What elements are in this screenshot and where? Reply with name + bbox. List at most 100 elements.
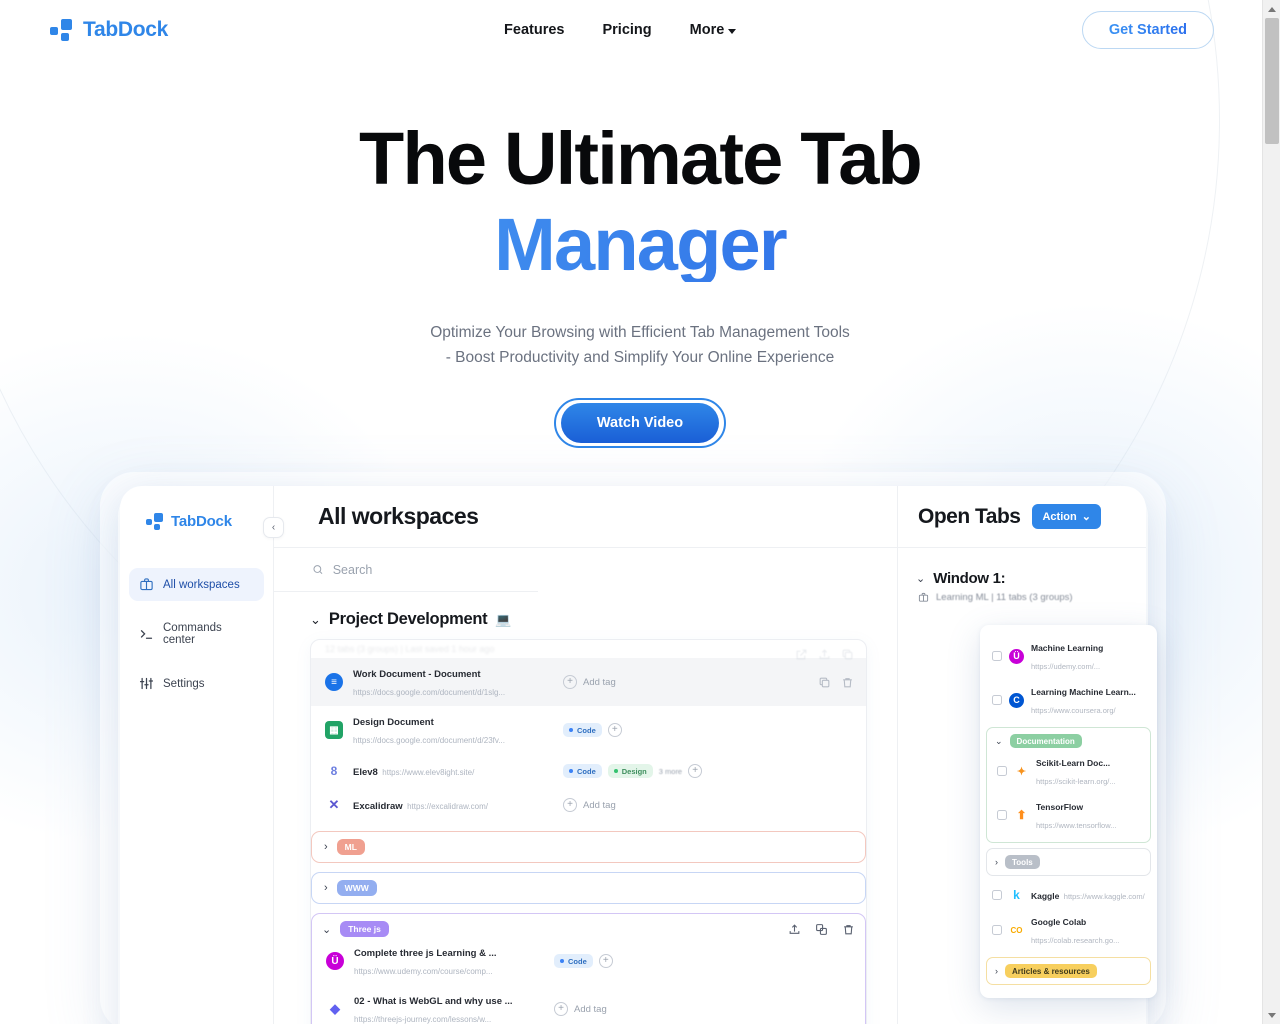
nav-link-more[interactable]: More (690, 22, 737, 38)
chevron-down-icon[interactable]: ⌄ (322, 923, 331, 936)
tag-chip[interactable]: Design (607, 764, 653, 778)
tab-title: Machine Learning (1031, 643, 1104, 653)
dropdown-group-documentation: ⌄ Documentation ✦ Scikit-Learn Doc... ht… (986, 727, 1151, 843)
row-checkbox[interactable] (992, 651, 1002, 661)
delete-icon[interactable] (842, 923, 855, 936)
row-checkbox[interactable] (992, 695, 1002, 705)
sidebar-item-commands-center[interactable]: Commands center (129, 613, 264, 655)
tab-meta: Excalidraw https://excalidraw.com/ (353, 796, 553, 814)
app-sidebar-brand[interactable]: TabDock (120, 508, 273, 534)
add-tag-button[interactable]: + Add tag (563, 675, 616, 689)
list-item[interactable]: ⬆ TensorFlow https://www.tensorflow... (991, 793, 1146, 837)
add-tag-button[interactable]: + Add tag (554, 1002, 607, 1016)
get-started-button[interactable]: Get Started (1081, 11, 1214, 49)
search-bar (274, 548, 538, 592)
chevron-down-icon[interactable]: ⌄ (916, 572, 925, 585)
scrollbar-thumb[interactable] (1265, 18, 1279, 144)
table-row[interactable]: ≡ Work Document - Document https://docs.… (311, 658, 866, 706)
scroll-up-arrow-icon[interactable] (1263, 0, 1280, 18)
delete-icon[interactable] (841, 676, 854, 689)
tab-group-ml[interactable]: › ML (311, 831, 866, 863)
group-header[interactable]: › Articles & resources (991, 963, 1146, 979)
tab-group-three-js: ⌄ Three js Ü Complete three js Learning … (311, 913, 866, 1024)
table-row[interactable]: ◆ 02 - What is WebGL and why use ... htt… (322, 985, 855, 1024)
group-header[interactable]: ⌄ Documentation (991, 733, 1146, 749)
scroll-down-arrow-icon[interactable] (1263, 1006, 1280, 1024)
tab-meta: Scikit-Learn Doc... https://scikit-learn… (1036, 753, 1140, 789)
group-header[interactable]: › Tools (991, 854, 1146, 870)
nav-link-features[interactable]: Features (504, 22, 564, 38)
window-title-row[interactable]: ⌄ Window 1: (916, 570, 1146, 587)
collapse-sidebar-button[interactable]: ‹ (263, 517, 284, 538)
row-checkbox[interactable] (992, 925, 1002, 935)
action-dropdown-button[interactable]: Action ⌄ (1032, 504, 1101, 529)
add-tag-button[interactable]: + (598, 954, 613, 968)
row-checkbox[interactable] (997, 810, 1007, 820)
table-row[interactable]: ✕ Excalidraw https://excalidraw.com/ + A… (311, 788, 866, 822)
tab-url: https://www.tensorflow... (1036, 821, 1117, 830)
hero-title-line1: The Ultimate Tab (359, 117, 923, 200)
page-title: The Ultimate Tab Manager (0, 122, 1280, 282)
tab-meta: Kaggle https://www.kaggle.com/ (1031, 886, 1145, 904)
tab-group-header[interactable]: ⌄ Three js (322, 921, 855, 937)
nav-link-pricing[interactable]: Pricing (602, 22, 651, 38)
chevron-down-icon[interactable]: ⌄ (995, 736, 1003, 747)
list-item[interactable]: CO Google Colab https://colab.research.g… (986, 908, 1151, 952)
chevron-right-icon[interactable]: › (995, 966, 998, 976)
tab-url: https://threejs-journey.com/lessons/w... (354, 1015, 492, 1024)
list-item[interactable]: Ü Machine Learning https://udemy.com/... (986, 634, 1151, 678)
coursera-icon: C (1009, 692, 1024, 708)
list-item[interactable]: k Kaggle https://www.kaggle.com/ (986, 882, 1151, 908)
add-tag-button[interactable]: + Add tag (563, 798, 616, 812)
tab-meta: 02 - What is WebGL and why use ... https… (354, 991, 544, 1024)
workspaces-icon (918, 592, 929, 602)
duplicate-icon[interactable] (815, 923, 828, 936)
tab-meta: Elev8 https://www.elev8ight.site/ (353, 762, 553, 780)
tag-label: Code (568, 956, 587, 966)
page-scrollbar[interactable] (1262, 0, 1280, 1024)
tab-url: https://www.kaggle.com/ (1063, 892, 1145, 901)
sidebar-item-all-workspaces[interactable]: All workspaces (129, 568, 264, 601)
colab-icon: CO (1010, 925, 1023, 935)
workspaces-icon (140, 578, 153, 591)
tab-meta: TensorFlow https://www.tensorflow... (1036, 797, 1140, 833)
tab-meta: Learning Machine Learn... https://www.co… (1031, 682, 1145, 718)
sidebar-item-settings[interactable]: Settings (129, 667, 264, 700)
google-docs-icon: ≡ (325, 673, 343, 691)
table-row[interactable]: 8 Elev8 https://www.elev8ight.site/ Code… (311, 754, 866, 788)
sliders-icon (139, 677, 154, 690)
add-tag-button[interactable]: + (688, 764, 703, 778)
dropdown-group-tools[interactable]: › Tools (986, 848, 1151, 876)
chevron-right-icon[interactable]: › (324, 841, 328, 853)
row-checkbox[interactable] (997, 766, 1007, 776)
app-main-panel: ‹ All workspaces ⌄ Project Development 💻 (263, 486, 898, 1024)
tag-chip[interactable]: Code (563, 723, 602, 737)
share-icon[interactable] (788, 923, 801, 936)
workspace-title-row[interactable]: ⌄ Project Development 💻 (310, 610, 867, 629)
table-row[interactable]: Ü Complete three js Learning & ... https… (322, 937, 855, 985)
group-label: Documentation (1009, 734, 1082, 748)
app-sidebar: TabDock All workspaces Commands center S… (120, 486, 274, 1024)
add-tag-label: Add tag (583, 676, 616, 688)
tag-chip[interactable]: Code (554, 954, 593, 968)
window-subtitle: Learning ML | 11 tabs (3 groups) (936, 592, 1073, 603)
threejs-icon: ◆ (330, 1001, 340, 1016)
tab-group-www[interactable]: › WWW (311, 872, 866, 904)
list-item[interactable]: ✦ Scikit-Learn Doc... https://scikit-lea… (991, 749, 1146, 793)
udemy-icon: Ü (1009, 648, 1024, 664)
chevron-right-icon[interactable]: › (324, 882, 328, 894)
tag-chip[interactable]: Code (563, 764, 602, 778)
copy-icon[interactable] (818, 676, 831, 689)
add-tag-label: Add tag (583, 799, 616, 811)
brand-logo[interactable]: TabDock (50, 18, 168, 42)
chevron-right-icon[interactable]: › (995, 857, 998, 867)
dropdown-group-articles-resources[interactable]: › Articles & resources (986, 957, 1151, 985)
add-tag-button[interactable]: + (607, 723, 622, 737)
row-checkbox[interactable] (992, 890, 1002, 900)
tab-title: Learning Machine Learn... (1031, 687, 1136, 697)
list-item[interactable]: C Learning Machine Learn... https://www.… (986, 678, 1151, 722)
chevron-down-icon[interactable]: ⌄ (310, 612, 321, 628)
table-row[interactable]: ▦ Design Document https://docs.google.co… (311, 706, 866, 754)
search-input[interactable] (332, 562, 520, 577)
watch-video-button[interactable]: Watch Video (560, 403, 720, 444)
